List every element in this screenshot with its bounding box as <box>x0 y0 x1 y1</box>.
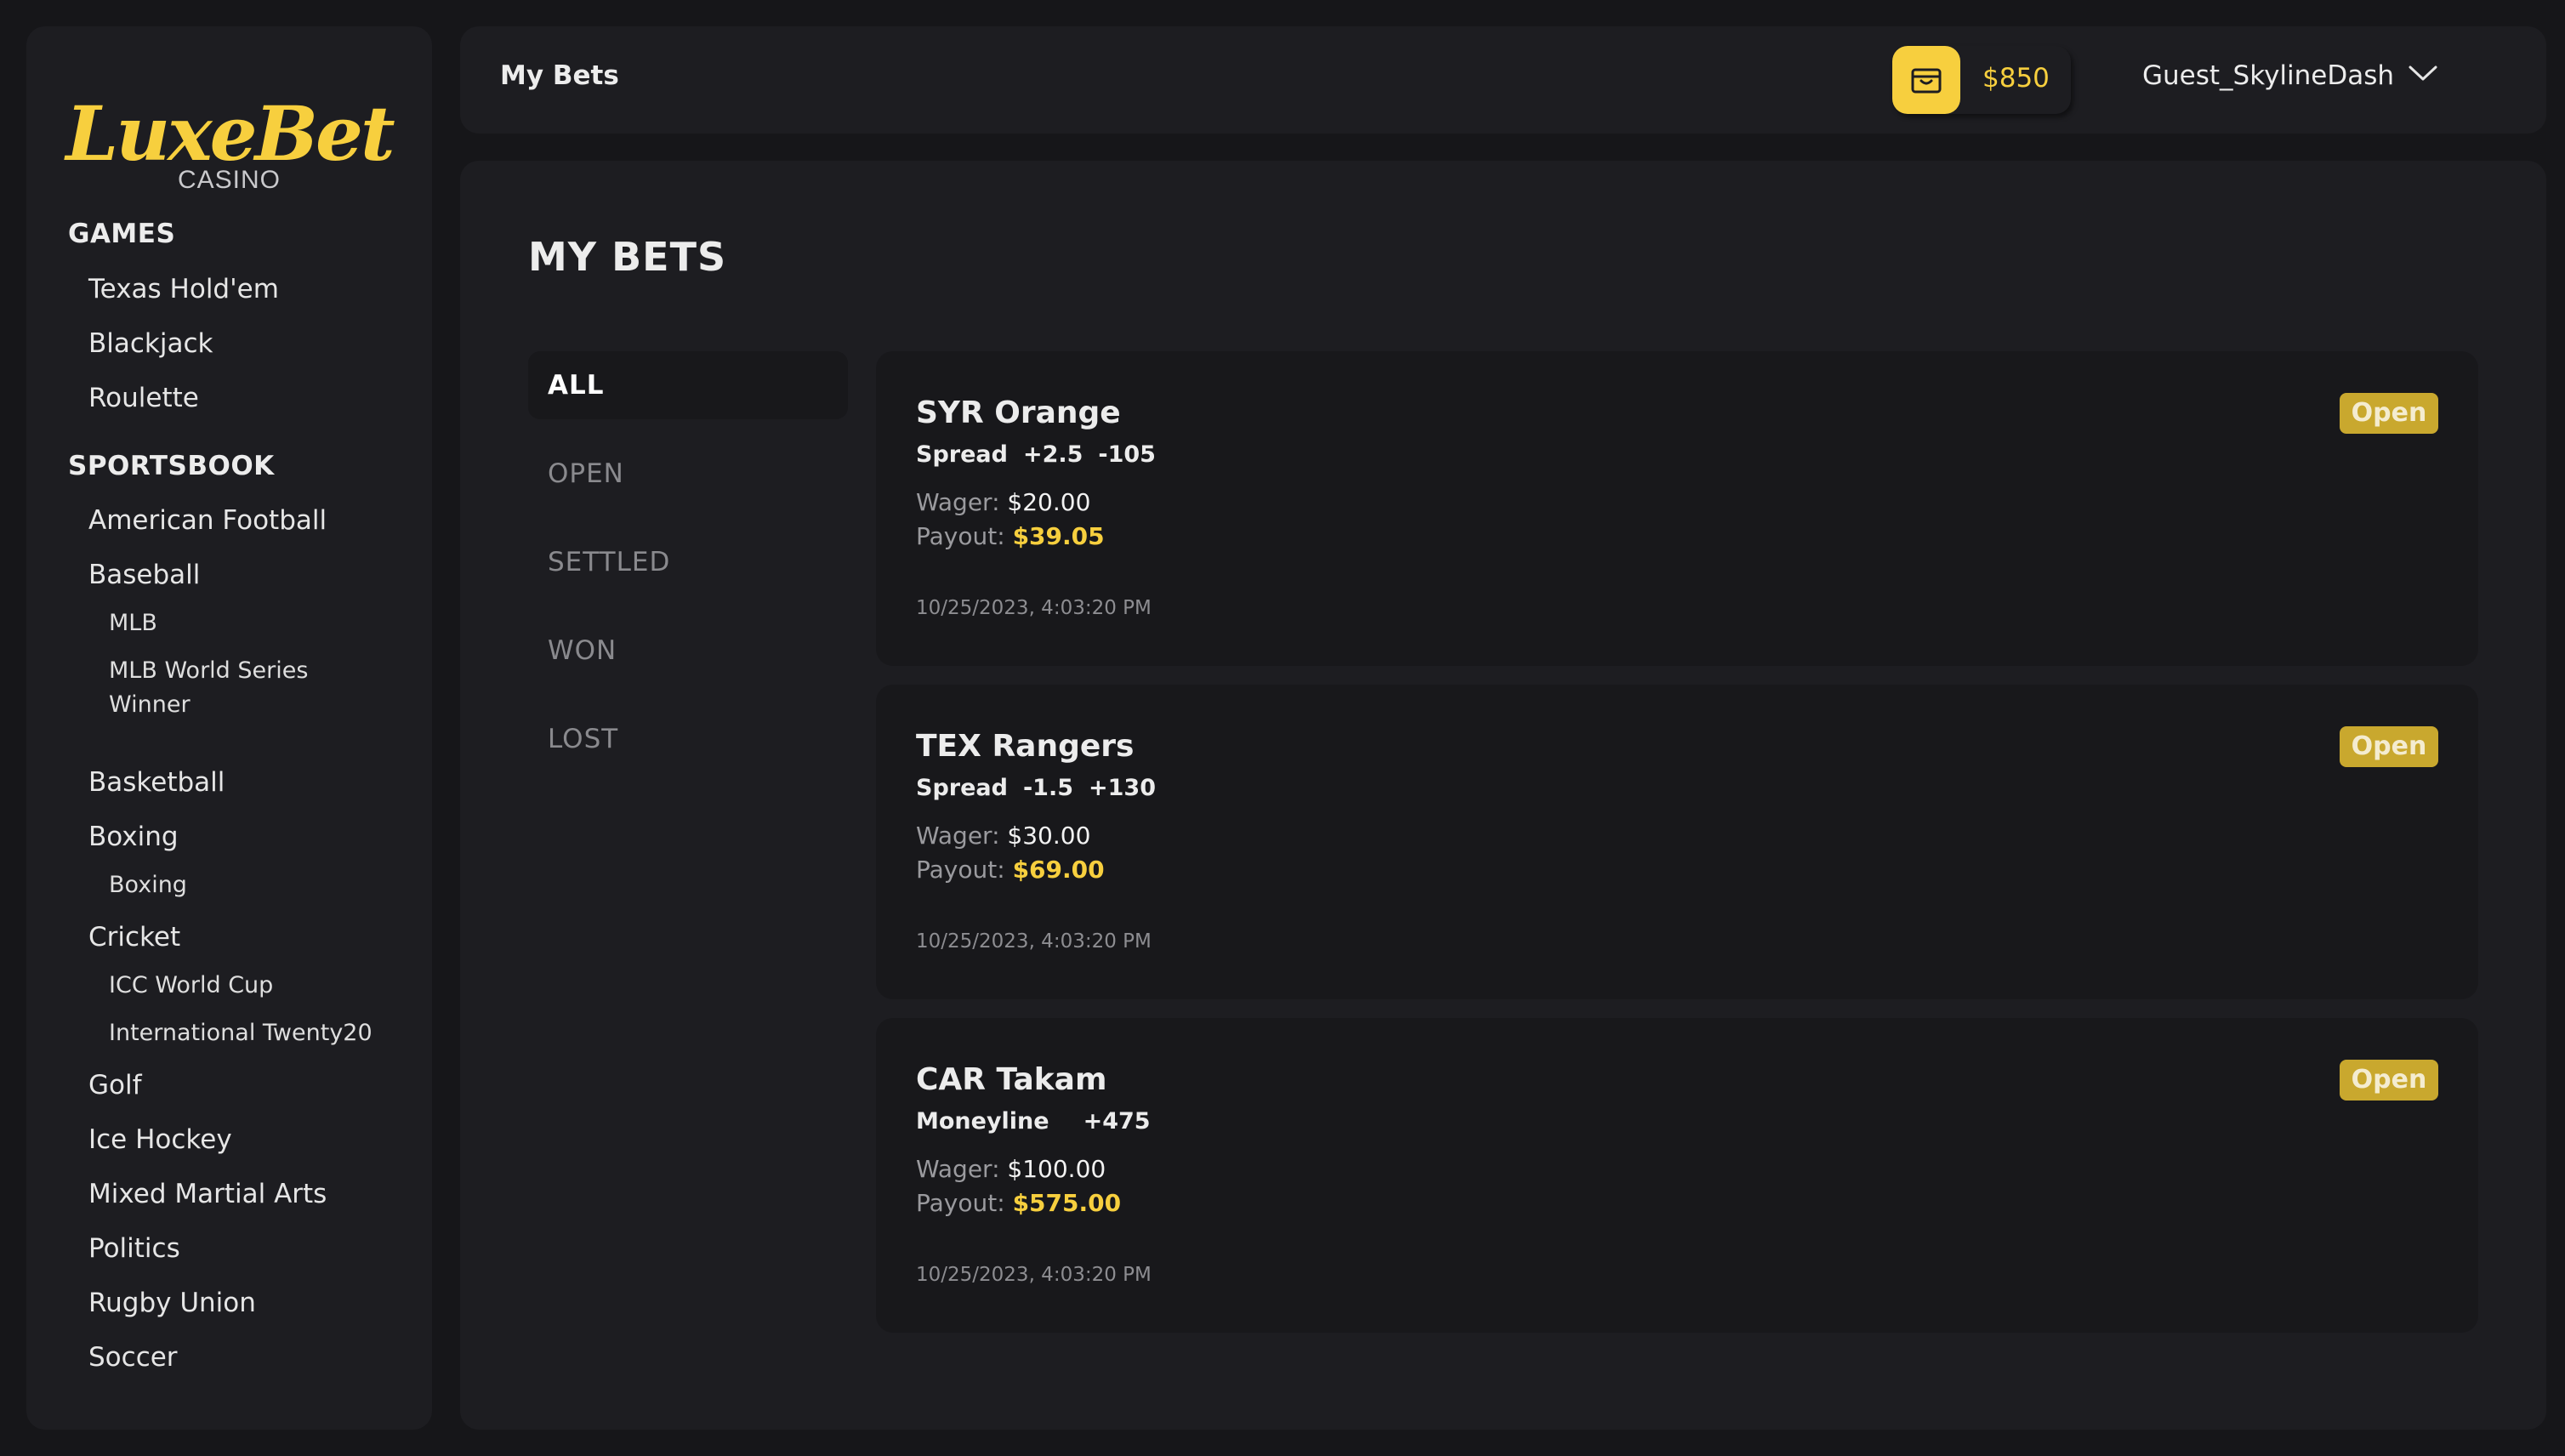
wager-amount: $100.00 <box>1007 1155 1106 1183</box>
sidebar-item-blackjack[interactable]: Blackjack <box>88 328 213 359</box>
bet-wager: Wager: $20.00 <box>916 488 1090 516</box>
page-title: My Bets <box>500 60 619 91</box>
balance-amount: $850 <box>1982 63 2050 94</box>
payout-label: Payout: <box>916 1189 1005 1217</box>
sidebar-subitem-icc-world-cup[interactable]: ICC World Cup <box>109 969 273 1003</box>
nav-section-games: GAMES <box>68 219 176 249</box>
bet-market-type: Moneyline <box>916 1108 1049 1135</box>
bet-market-type: Spread <box>916 441 1008 468</box>
filter-tab-settled[interactable]: SETTLED <box>528 528 848 596</box>
sidebar-item-politics[interactable]: Politics <box>88 1233 180 1264</box>
payout-amount: $39.05 <box>1012 522 1105 550</box>
payout-label: Payout: <box>916 856 1005 884</box>
top-bar: My Bets $850 Guest_SkylineDash <box>460 26 2546 134</box>
logo-wordmark: LuxeBet <box>65 89 395 178</box>
sidebar-subitem-mlb[interactable]: MLB <box>109 606 157 640</box>
section-title: MY BETS <box>528 234 727 280</box>
sidebar-item-baseball[interactable]: Baseball <box>88 560 200 590</box>
wager-amount: $30.00 <box>1007 822 1091 850</box>
payout-amount: $575.00 <box>1012 1189 1122 1217</box>
bet-line: -1.5 <box>1022 775 1073 801</box>
payout-label: Payout: <box>916 522 1005 550</box>
sidebar-item-roulette[interactable]: Roulette <box>88 383 199 413</box>
payout-amount: $69.00 <box>1012 856 1105 884</box>
bet-line: +2.5 <box>1022 441 1083 468</box>
wallet-icon[interactable] <box>1892 46 1960 114</box>
bet-market: Moneyline +475 <box>916 1108 1166 1135</box>
filter-tab-all[interactable]: ALL <box>528 351 848 419</box>
bet-market-type: Spread <box>916 775 1008 801</box>
wager-label: Wager: <box>916 822 1000 850</box>
wager-amount: $20.00 <box>1007 488 1091 516</box>
sidebar-subitem-international-twenty20[interactable]: International Twenty20 <box>109 1016 373 1050</box>
sidebar-item-boxing[interactable]: Boxing <box>88 822 179 852</box>
bet-card[interactable]: CAR Takam Moneyline +475 Wager: $100.00 P… <box>876 1018 2478 1333</box>
sidebar-item-soccer[interactable]: Soccer <box>88 1342 178 1373</box>
logo[interactable]: LuxeBet CASINO <box>26 93 432 195</box>
main-panel: MY BETS ALL OPEN SETTLED WON LOST SYR Or… <box>460 161 2546 1430</box>
bet-odds: +475 <box>1083 1108 1151 1135</box>
sidebar-item-rugby-union[interactable]: Rugby Union <box>88 1288 256 1318</box>
bet-team: TEX Rangers <box>916 729 1135 764</box>
sidebar-item-mixed-martial-arts[interactable]: Mixed Martial Arts <box>88 1179 327 1209</box>
filter-tab-open[interactable]: OPEN <box>528 440 848 508</box>
bet-team: CAR Takam <box>916 1062 1107 1097</box>
bet-market: Spread +2.5 -105 <box>916 441 1171 468</box>
sidebar-subitem-mlb-world-series-winner[interactable]: MLB World Series Winner <box>109 654 308 722</box>
bet-timestamp: 10/25/2023, 4:03:20 PM <box>916 597 1152 619</box>
bet-wager: Wager: $30.00 <box>916 822 1090 850</box>
bet-card[interactable]: SYR Orange Spread +2.5 -105 Wager: $20.00 … <box>876 351 2478 666</box>
chevron-down-icon[interactable] <box>2408 64 2438 86</box>
bet-payout: Payout: $575.00 <box>916 1189 1121 1217</box>
sidebar-item-ice-hockey[interactable]: Ice Hockey <box>88 1124 232 1155</box>
wager-label: Wager: <box>916 488 1000 516</box>
sidebar-subitem-boxing[interactable]: Boxing <box>109 868 187 902</box>
bet-odds: +130 <box>1089 775 1156 801</box>
sidebar-item-basketball[interactable]: Basketball <box>88 767 225 798</box>
bet-payout: Payout: $39.05 <box>916 522 1105 550</box>
sidebar-item-texas-holdem[interactable]: Texas Hold'em <box>88 274 279 304</box>
sidebar: LuxeBet CASINO GAMES Texas Hold'em Black… <box>26 26 432 1430</box>
bet-market: Spread -1.5 +130 <box>916 775 1171 801</box>
bet-timestamp: 10/25/2023, 4:03:20 PM <box>916 930 1152 953</box>
status-badge: Open <box>2340 393 2438 434</box>
bet-payout: Payout: $69.00 <box>916 856 1105 884</box>
filter-tab-won[interactable]: WON <box>528 617 848 685</box>
user-menu[interactable]: Guest_SkylineDash <box>2142 60 2394 91</box>
bet-timestamp: 10/25/2023, 4:03:20 PM <box>916 1264 1152 1286</box>
sidebar-item-american-football[interactable]: American Football <box>88 505 327 536</box>
bet-team: SYR Orange <box>916 395 1121 430</box>
wager-label: Wager: <box>916 1155 1000 1183</box>
sidebar-item-cricket[interactable]: Cricket <box>88 922 180 953</box>
mlb-world-series-label-line2: Winner <box>109 691 191 718</box>
sidebar-item-golf[interactable]: Golf <box>88 1070 142 1101</box>
wallet-balance[interactable]: $850 <box>1892 46 2071 114</box>
nav-section-sportsbook: SPORTSBOOK <box>68 451 275 481</box>
bet-wager: Wager: $100.00 <box>916 1155 1106 1183</box>
filter-tab-lost[interactable]: LOST <box>528 705 848 773</box>
status-badge: Open <box>2340 1060 2438 1101</box>
bet-odds: -105 <box>1098 441 1156 468</box>
bet-card[interactable]: TEX Rangers Spread -1.5 +130 Wager: $30.00… <box>876 685 2478 999</box>
mlb-world-series-label-line1: MLB World Series <box>109 657 309 684</box>
status-badge: Open <box>2340 726 2438 767</box>
